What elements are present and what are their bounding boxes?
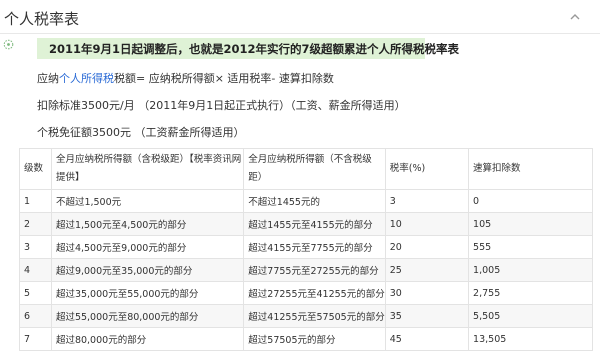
cell-level: 6 (19, 304, 52, 328)
table-row: 3 超过4,500元至9,000元的部分 超过4155元至7755元的部分 20… (19, 235, 593, 259)
exemption-line: 个税免征额3500元 （工资薪金所得适用） (37, 126, 245, 139)
cell-rate: 25 (384, 258, 470, 282)
chevron-up-icon[interactable] (570, 12, 580, 22)
cell-taxable-exclusive: 超过41255元至57505元的部分 (243, 304, 386, 328)
column-header-taxable-inclusive: 全月应纳税所得额（含税级距）【税率资讯网提供】 (50, 148, 245, 190)
cell-taxable-exclusive: 不超过1455元的 (243, 189, 386, 213)
formula-prefix: 应纳 (37, 72, 59, 85)
cell-level: 2 (19, 212, 52, 236)
cell-rate: 35 (384, 304, 470, 328)
cell-level: 4 (19, 258, 52, 282)
table-row: 7 超过80,000元的部分 超过57505元的部分 45 13,505 (19, 327, 593, 351)
cell-rate: 30 (384, 281, 470, 305)
formula-link[interactable]: 个人所得税 (59, 72, 114, 85)
cell-taxable-exclusive: 超过57505元的部分 (243, 327, 386, 351)
cell-taxable-inclusive: 超过4,500元至9,000元的部分 (50, 235, 245, 259)
cell-taxable-exclusive: 超过27255元至41255元的部分 (243, 281, 386, 305)
deduction-line: 扣除标准3500元/月 （2011年9月1日起正式执行）（工资、薪金所得适用） (37, 99, 406, 112)
table-row: 1 不超过1,500元 不超过1455元的 3 0 (19, 189, 593, 213)
table-row: 2 超过1,500元至4,500元的部分 超过1455元至4155元的部分 10… (19, 212, 593, 236)
cell-level: 1 (19, 189, 52, 213)
cell-taxable-inclusive: 超过55,000元至80,000元的部分 (50, 304, 245, 328)
cell-level: 7 (19, 327, 52, 351)
highlight-text: 2011年9月1日起调整后，也就是2012年实行的7级超额累进个人所得税税率表 (49, 42, 460, 56)
column-header-rate: 税率(%) (384, 148, 470, 190)
cell-taxable-exclusive: 超过7755元至27255元的部分 (243, 258, 386, 282)
table-row: 4 超过9,000元至35,000元的部分 超过7755元至27255元的部分 … (19, 258, 593, 282)
cell-quick-deduction: 2,755 (468, 281, 593, 305)
column-header-level: 级数 (19, 148, 52, 190)
section-header: 个人税率表 (0, 0, 600, 34)
cell-quick-deduction: 555 (468, 235, 593, 259)
cell-quick-deduction: 13,505 (468, 327, 593, 351)
column-header-quick-deduction: 速算扣除数 (468, 148, 593, 190)
cell-taxable-exclusive: 超过4155元至7755元的部分 (243, 235, 386, 259)
cell-rate: 10 (384, 212, 470, 236)
cell-taxable-inclusive: 超过9,000元至35,000元的部分 (50, 258, 245, 282)
cell-rate: 45 (384, 327, 470, 351)
table-header-row: 级数 全月应纳税所得额（含税级距）【税率资讯网提供】 全月应纳税所得额（不含税级… (19, 148, 593, 190)
cell-taxable-inclusive: 超过80,000元的部分 (50, 327, 245, 351)
table-row: 5 超过35,000元至55,000元的部分 超过27255元至41255元的部… (19, 281, 593, 305)
cell-rate: 3 (384, 189, 470, 213)
expand-icon (3, 39, 14, 50)
cell-taxable-exclusive: 超过1455元至4155元的部分 (243, 212, 386, 236)
formula-suffix: 税额= 应纳税所得额× 适用税率- 速算扣除数 (114, 72, 334, 85)
column-header-taxable-exclusive: 全月应纳税所得额（不含税级距） (243, 148, 386, 190)
cell-level: 3 (19, 235, 52, 259)
cell-quick-deduction: 105 (468, 212, 593, 236)
cell-level: 5 (19, 281, 52, 305)
cell-quick-deduction: 0 (468, 189, 593, 213)
table-row: 6 超过55,000元至80,000元的部分 超过41255元至57505元的部… (19, 304, 593, 328)
cell-taxable-inclusive: 不超过1,500元 (50, 189, 245, 213)
cell-taxable-inclusive: 超过1,500元至4,500元的部分 (50, 212, 245, 236)
section-title: 个人税率表 (4, 10, 80, 28)
cell-taxable-inclusive: 超过35,000元至55,000元的部分 (50, 281, 245, 305)
cell-quick-deduction: 5,505 (468, 304, 593, 328)
cell-rate: 20 (384, 235, 470, 259)
tax-rate-table: 级数 全月应纳税所得额（含税级距）【税率资讯网提供】 全月应纳税所得额（不含税级… (19, 148, 593, 351)
cell-quick-deduction: 1,005 (468, 258, 593, 282)
formula-line: 应纳个人所得税税额= 应纳税所得额× 适用税率- 速算扣除数 (37, 70, 334, 86)
